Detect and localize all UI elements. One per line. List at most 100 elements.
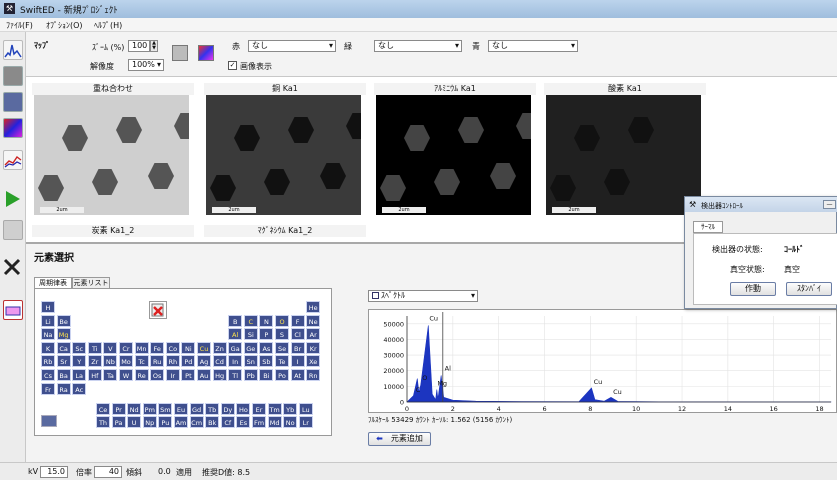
green-channel-select[interactable]: なし bbox=[374, 40, 462, 52]
zoom-stepper[interactable]: ▲ ▼ bbox=[150, 40, 158, 52]
image-display-checkbox[interactable]: ✓ bbox=[228, 61, 237, 70]
apply-label[interactable]: 適用 bbox=[176, 467, 192, 478]
stop-acquire-icon[interactable] bbox=[3, 220, 23, 240]
element-cell-kr[interactable]: Kr bbox=[306, 341, 321, 354]
start-acquire-icon[interactable] bbox=[3, 190, 23, 210]
element-cell-at[interactable]: At bbox=[290, 369, 305, 381]
element-cell-na[interactable]: Na bbox=[41, 328, 55, 341]
menu-file[interactable]: ﾌｧｲﾙ(F) bbox=[6, 20, 33, 31]
element-cell-nd[interactable]: Nd bbox=[127, 403, 142, 415]
magnification-field[interactable]: 40 bbox=[94, 466, 122, 478]
element-cell-he[interactable]: He bbox=[306, 301, 321, 313]
element-cell-er[interactable]: Er bbox=[252, 403, 266, 415]
menu-options[interactable]: ｵﾌﾟｼｮﾝ(O) bbox=[46, 20, 83, 31]
element-help-icon[interactable] bbox=[41, 415, 57, 427]
element-cell-pu[interactable]: Pu bbox=[158, 416, 173, 428]
element-cell-v[interactable]: V bbox=[103, 341, 118, 354]
element-cell-zn[interactable]: Zn bbox=[212, 341, 227, 354]
red-channel-select[interactable]: なし bbox=[248, 40, 336, 52]
image-tool-icon[interactable] bbox=[3, 66, 23, 86]
element-cell-si[interactable]: Si bbox=[243, 328, 258, 341]
element-cell-s[interactable]: S bbox=[275, 328, 289, 341]
element-cell-c[interactable]: C bbox=[243, 314, 258, 327]
element-cell-se[interactable]: Se bbox=[275, 341, 289, 354]
element-cell-w[interactable]: W bbox=[119, 369, 133, 381]
element-cell-rb[interactable]: Rb bbox=[41, 355, 55, 368]
minimize-icon[interactable]: — bbox=[823, 200, 836, 209]
element-cell-pr[interactable]: Pr bbox=[111, 403, 126, 415]
element-cell-ra[interactable]: Ra bbox=[56, 382, 71, 395]
element-cell-li[interactable]: Li bbox=[41, 314, 55, 327]
element-cell-hg[interactable]: Hg bbox=[212, 369, 227, 381]
element-cell-sb[interactable]: Sb bbox=[259, 355, 274, 368]
element-cell-k[interactable]: K bbox=[41, 341, 55, 354]
element-cell-gd[interactable]: Gd bbox=[189, 403, 204, 415]
element-cell-pa[interactable]: Pa bbox=[111, 416, 126, 428]
element-cell-ti[interactable]: Ti bbox=[87, 341, 102, 354]
element-cell-cf[interactable]: Cf bbox=[220, 416, 235, 428]
element-cell-bi[interactable]: Bi bbox=[259, 369, 274, 381]
close-tools-icon[interactable] bbox=[3, 258, 23, 278]
element-cell-ta[interactable]: Ta bbox=[103, 369, 118, 381]
element-cell-lr[interactable]: Lr bbox=[298, 416, 313, 428]
gray-mode-icon[interactable] bbox=[172, 45, 188, 61]
element-cell-ni[interactable]: Ni bbox=[181, 341, 196, 354]
linescan-tool-icon[interactable] bbox=[3, 150, 23, 170]
color-mode-icon[interactable] bbox=[198, 45, 214, 61]
element-cell-os[interactable]: Os bbox=[150, 369, 165, 381]
oxygen-map-image[interactable]: 2um bbox=[546, 95, 701, 215]
overlay-map-image[interactable]: 2um bbox=[34, 95, 189, 215]
standby-button[interactable]: ｽﾀﾝﾊﾞｲ bbox=[786, 282, 832, 296]
element-cell-sc[interactable]: Sc bbox=[72, 341, 87, 354]
map-tool-icon[interactable] bbox=[3, 118, 23, 138]
element-cell-ag[interactable]: Ag bbox=[197, 355, 211, 368]
element-cell-xe[interactable]: Xe bbox=[306, 355, 321, 368]
element-cell-sm[interactable]: Sm bbox=[158, 403, 173, 415]
element-cell-au[interactable]: Au bbox=[197, 369, 211, 381]
element-cell-eu[interactable]: Eu bbox=[174, 403, 188, 415]
element-cell-br[interactable]: Br bbox=[290, 341, 305, 354]
element-cell-ga[interactable]: Ga bbox=[228, 341, 243, 354]
element-cell-th[interactable]: Th bbox=[96, 416, 110, 428]
element-cell-al[interactable]: Al bbox=[228, 328, 243, 341]
blue-channel-select[interactable]: なし bbox=[488, 40, 578, 52]
element-cell-ru[interactable]: Ru bbox=[150, 355, 165, 368]
element-cell-o[interactable]: O bbox=[275, 314, 289, 327]
report-tool-icon[interactable] bbox=[3, 300, 23, 320]
element-cell-cd[interactable]: Cd bbox=[212, 355, 227, 368]
element-cell-mo[interactable]: Mo bbox=[119, 355, 133, 368]
element-cell-y[interactable]: Y bbox=[72, 355, 87, 368]
element-cell-ho[interactable]: Ho bbox=[236, 403, 251, 415]
element-cell-dy[interactable]: Dy bbox=[220, 403, 235, 415]
add-element-button[interactable]: ⬅ 元素追加 bbox=[368, 432, 431, 446]
element-cell-bk[interactable]: Bk bbox=[205, 416, 220, 428]
element-cell-cm[interactable]: Cm bbox=[189, 416, 204, 428]
element-cell-h[interactable]: H bbox=[41, 301, 55, 313]
element-cell-tl[interactable]: Tl bbox=[228, 369, 243, 381]
element-cell-ce[interactable]: Ce bbox=[96, 403, 110, 415]
menu-help[interactable]: ﾍﾙﾌﾟ(H) bbox=[94, 20, 122, 31]
element-cell-nb[interactable]: Nb bbox=[103, 355, 118, 368]
element-cell-np[interactable]: Np bbox=[142, 416, 157, 428]
element-cell-in[interactable]: In bbox=[228, 355, 243, 368]
element-cell-fm[interactable]: Fm bbox=[252, 416, 266, 428]
element-cell-n[interactable]: N bbox=[259, 314, 274, 327]
element-cell-po[interactable]: Po bbox=[275, 369, 289, 381]
element-cell-te[interactable]: Te bbox=[275, 355, 289, 368]
element-cell-co[interactable]: Co bbox=[165, 341, 180, 354]
tab-thermal[interactable]: ｻｰﾏﾙ bbox=[693, 221, 723, 233]
zoom-input[interactable]: 100 bbox=[128, 40, 150, 52]
element-cell-fr[interactable]: Fr bbox=[41, 382, 55, 395]
element-cell-re[interactable]: Re bbox=[134, 369, 149, 381]
element-cell-rh[interactable]: Rh bbox=[165, 355, 180, 368]
element-cell-cs[interactable]: Cs bbox=[41, 369, 55, 381]
element-cell-i[interactable]: I bbox=[290, 355, 305, 368]
aluminium-map-image[interactable]: 2um bbox=[376, 95, 531, 215]
element-cell-cl[interactable]: Cl bbox=[290, 328, 305, 341]
element-cell-sr[interactable]: Sr bbox=[56, 355, 71, 368]
element-cell-ne[interactable]: Ne bbox=[306, 314, 321, 327]
element-cell-f[interactable]: F bbox=[290, 314, 305, 327]
element-cell-as[interactable]: As bbox=[259, 341, 274, 354]
spectrum-chart[interactable]: 50000 40000 30000 20000 10000 0 0 2 4 6 8 10 12 14 16 1… bbox=[368, 309, 837, 413]
element-cell-mg[interactable]: Mg bbox=[56, 328, 71, 341]
